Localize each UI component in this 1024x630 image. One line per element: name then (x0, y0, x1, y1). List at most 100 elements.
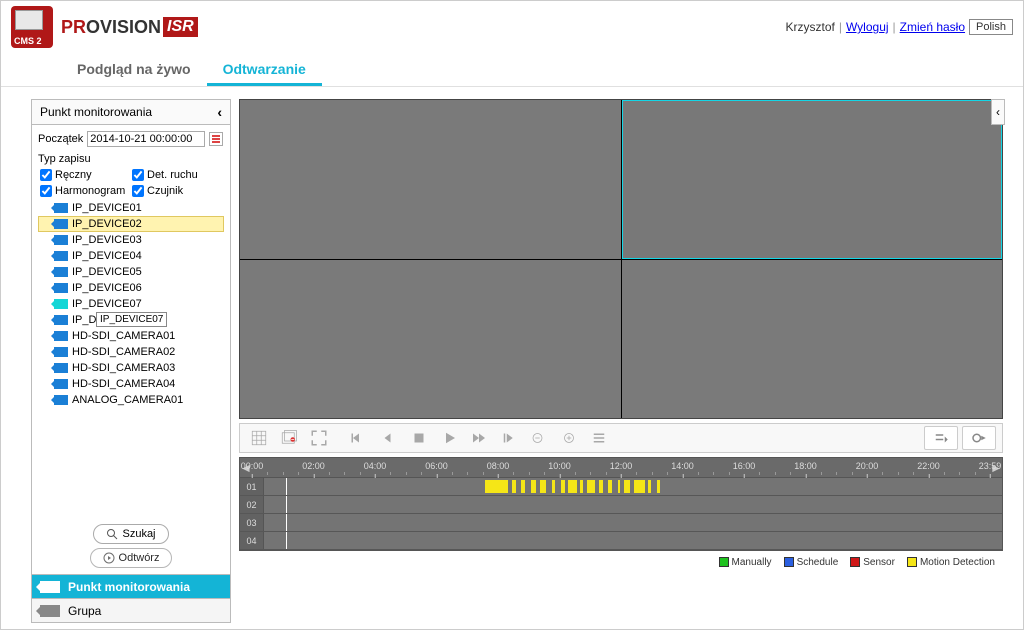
timeline-track[interactable] (264, 496, 1002, 513)
chk-sensor[interactable]: Czujnik (132, 185, 224, 197)
timeline-track[interactable] (264, 514, 1002, 531)
timeline-playhead[interactable] (286, 478, 287, 495)
header-bar: PROVISIONISR Krzysztof | Wyloguj | Zmień… (1, 1, 1023, 53)
list-button[interactable] (586, 426, 612, 450)
recording-segment[interactable] (568, 480, 577, 493)
device-item[interactable]: IP_DEVICE07 (38, 296, 224, 312)
fullscreen-button[interactable] (306, 426, 332, 450)
language-selector[interactable]: Polish (969, 19, 1013, 35)
play-icon (103, 552, 115, 564)
timeline-row[interactable]: 04 (240, 532, 1002, 550)
device-item[interactable]: ANALOG_CAMERA01 (38, 392, 224, 408)
recording-segment[interactable] (580, 480, 583, 493)
device-item[interactable]: IP_DEVICE05 (38, 264, 224, 280)
recording-segment[interactable] (618, 480, 620, 493)
device-item[interactable]: IP_DEVICE06 (38, 280, 224, 296)
play-toolbar-button[interactable] (436, 426, 462, 450)
timeline-scale[interactable]: 00:0002:0004:0006:0008:0010:0012:0014:00… (252, 458, 990, 477)
export-button[interactable] (962, 426, 996, 450)
camera-group-icon (40, 605, 60, 617)
search-button[interactable]: Szukaj (93, 524, 168, 544)
device-item[interactable]: HD-SDI_CAMERA03 (38, 360, 224, 376)
recording-segment[interactable] (599, 480, 603, 493)
device-scroll[interactable]: IP_DEVICE01 IP_DEVICE02 IP_DEVICE03 IP_DEVI… (38, 200, 224, 430)
collapse-sidebar-icon[interactable]: ‹ (217, 104, 222, 120)
snapshot-button[interactable] (276, 426, 302, 450)
device-item[interactable]: HD-SDI_CAMERA01 (38, 328, 224, 344)
timeline-row[interactable]: 02 (240, 496, 1002, 514)
recording-segment[interactable] (608, 480, 612, 493)
start-datetime-input[interactable] (87, 131, 205, 147)
timeline-row[interactable]: 03 (240, 514, 1002, 532)
recording-segment[interactable] (634, 480, 644, 493)
collapse-right-icon[interactable]: ‹ (991, 99, 1005, 125)
rewind-button[interactable] (376, 426, 402, 450)
recording-segment[interactable] (485, 480, 507, 493)
recording-segment[interactable] (521, 480, 525, 493)
camera-icon (54, 315, 68, 325)
recording-segment[interactable] (624, 480, 630, 493)
recording-segment[interactable] (587, 480, 594, 493)
timeline-rows: 01020304 (240, 478, 1002, 550)
chk-manual[interactable]: Ręczny (40, 169, 132, 181)
timeline-row[interactable]: 01 (240, 478, 1002, 496)
tab-playback[interactable]: Odtwarzanie (207, 53, 322, 86)
device-item[interactable]: IP_DEVICE02 (38, 216, 224, 232)
timeline-row-label: 03 (240, 514, 264, 531)
recording-segment[interactable] (540, 480, 546, 493)
timeline-tick: 22:00 (917, 461, 940, 471)
timeline-track[interactable] (264, 478, 1002, 495)
timeline: ◄ 00:0002:0004:0006:0008:0010:0012:0014:… (239, 457, 1003, 551)
next-frame-button[interactable] (496, 426, 522, 450)
tab-live-preview[interactable]: Podgląd na żywo (61, 53, 207, 86)
recording-segment[interactable] (552, 480, 555, 493)
recording-segment[interactable] (657, 480, 660, 493)
fast-forward-button[interactable] (466, 426, 492, 450)
timeline-playhead[interactable] (286, 496, 287, 513)
sidebar-tab-group[interactable]: Grupa (31, 599, 231, 623)
zoom-in-button[interactable] (556, 426, 582, 450)
recording-segment[interactable] (561, 480, 565, 493)
device-item[interactable]: HD-SDI_CAMERA04 (38, 376, 224, 392)
video-cell-2[interactable] (622, 100, 1003, 259)
sidebar-title-bar: Punkt monitorowania ‹ (31, 99, 231, 125)
recording-segment[interactable] (512, 480, 516, 493)
timeline-tick: 06:00 (425, 461, 448, 471)
video-cell-1[interactable] (240, 100, 621, 259)
device-item[interactable]: IP_DEVICE04 (38, 248, 224, 264)
play-button[interactable]: Odtwórz (90, 548, 173, 568)
device-list: IP_DEVICE01 IP_DEVICE02 IP_DEVICE03 IP_DEVI… (38, 199, 224, 518)
recording-segment[interactable] (648, 480, 651, 493)
device-item[interactable]: IP_DEVICE03 (38, 232, 224, 248)
logout-link[interactable]: Wyloguj (846, 20, 889, 34)
zoom-out-button[interactable] (526, 426, 552, 450)
timeline-tick: 18:00 (794, 461, 817, 471)
app-window: PROVISIONISR Krzysztof | Wyloguj | Zmień… (0, 0, 1024, 630)
sidebar-tab-monitoring-point[interactable]: Punkt monitorowania (31, 575, 231, 599)
video-cell-3[interactable] (240, 260, 621, 419)
timeline-legend: Manually Schedule Sensor Motion Detectio… (239, 553, 1003, 571)
device-label: IP_DEVICE06 (72, 282, 142, 294)
video-cell-4[interactable] (622, 260, 1003, 419)
device-item[interactable]: IP_DEVIP_DEVICE07 (38, 312, 224, 328)
recording-segment[interactable] (531, 480, 535, 493)
device-item[interactable]: HD-SDI_CAMERA02 (38, 344, 224, 360)
stop-button[interactable] (406, 426, 432, 450)
timeline-row-label: 02 (240, 496, 264, 513)
settings-list-button[interactable] (924, 426, 958, 450)
chk-schedule[interactable]: Harmonogram (40, 185, 132, 197)
timeline-playhead[interactable] (286, 514, 287, 531)
timeline-track[interactable] (264, 532, 1002, 549)
change-password-link[interactable]: Zmień hasło (900, 20, 965, 34)
layout-grid-button[interactable] (246, 426, 272, 450)
calendar-icon[interactable] (209, 132, 223, 146)
header-user-area: Krzysztof | Wyloguj | Zmień hasło Polish (785, 19, 1013, 35)
device-tooltip: IP_DEVICE07 (96, 312, 167, 327)
device-item[interactable]: IP_DEVICE01 (38, 200, 224, 216)
device-label: IP_DEVICE04 (72, 250, 142, 262)
timeline-tick: 16:00 (733, 461, 756, 471)
timeline-playhead[interactable] (286, 532, 287, 549)
chk-motion[interactable]: Det. ruchu (132, 169, 224, 181)
prev-frame-button[interactable] (346, 426, 372, 450)
device-label: IP_DEVICE02 (72, 218, 142, 230)
